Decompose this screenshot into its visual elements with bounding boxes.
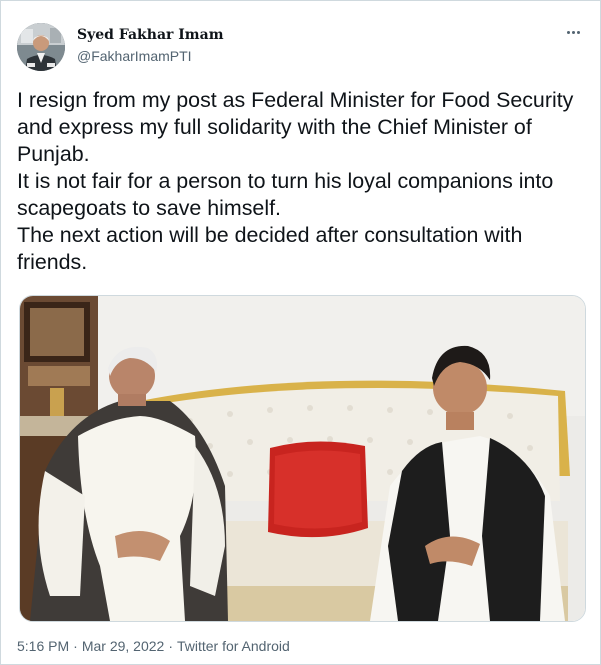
tweet-time[interactable]: 5:16 PM: [17, 638, 69, 654]
tweet-meta: 5:16 PM · Mar 29, 2022 · Twitter for Android: [17, 638, 290, 655]
tweet-text: I resign from my post as Federal Ministe…: [17, 87, 589, 276]
tweet-text-line: It is not fair for a person to turn his …: [17, 169, 554, 220]
display-name[interactable]: Syed Fakhar Imam: [77, 27, 224, 44]
avatar[interactable]: [17, 23, 65, 71]
meta-separator: ·: [73, 638, 78, 654]
tweet-source[interactable]: Twitter for Android: [177, 638, 290, 654]
tweet-text-line: The next action will be decided after co…: [17, 223, 523, 274]
author-block: Syed Fakhar Imam @FakharImamPTI: [77, 27, 224, 65]
meta-separator: ·: [168, 638, 173, 654]
tweet-photo[interactable]: [19, 295, 586, 622]
more-options-dot: [576, 30, 580, 34]
user-handle[interactable]: @FakharImamPTI: [77, 48, 224, 65]
tweet-text-line: I resign from my post as Federal Ministe…: [17, 88, 574, 166]
more-options-dot: [571, 30, 575, 34]
more-options-dot: [566, 30, 570, 34]
photo-two-men-on-sofa: [20, 296, 585, 621]
more-options-icon[interactable]: [562, 25, 584, 39]
tweet-date[interactable]: Mar 29, 2022: [82, 638, 165, 654]
avatar-image: [17, 23, 65, 71]
tweet-header: Syed Fakhar Imam @FakharImamPTI: [17, 19, 584, 71]
tweet-card: Syed Fakhar Imam @FakharImamPTI I resign…: [0, 0, 601, 665]
